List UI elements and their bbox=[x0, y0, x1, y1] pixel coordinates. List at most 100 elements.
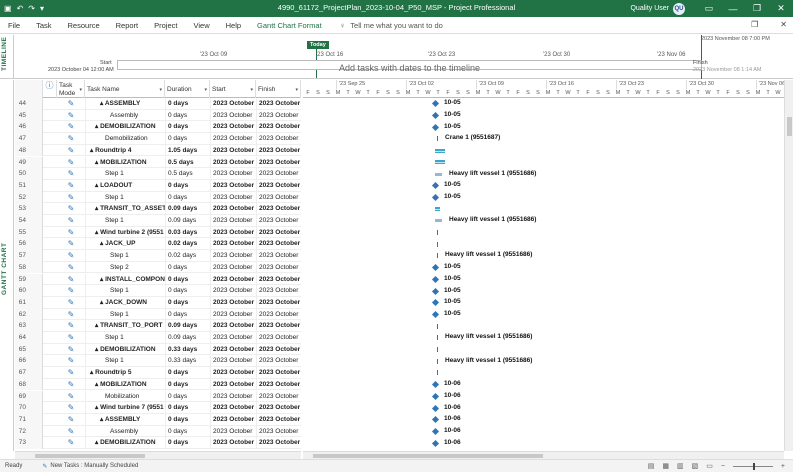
task-name-cell[interactable]: ▴ MOBILIZATION bbox=[85, 378, 165, 391]
milestone-marker[interactable] bbox=[431, 112, 440, 120]
row-id[interactable]: 58 bbox=[15, 261, 43, 274]
task-name-cell[interactable]: ▴ Wind turbine 7 (9551 bbox=[85, 402, 165, 414]
row-id[interactable]: 69 bbox=[15, 390, 43, 403]
duration-cell[interactable]: 0.02 days bbox=[165, 238, 210, 251]
info-cell[interactable] bbox=[43, 274, 57, 286]
row-id[interactable]: 49 bbox=[15, 156, 43, 169]
table-row[interactable]: 48 ✎ ▴ Roundtrip 4 1.05 days 2023 October 202… bbox=[15, 144, 301, 157]
tab-gantt-chart-format[interactable]: Gantt Chart Format bbox=[249, 21, 330, 30]
milestone-marker[interactable] bbox=[431, 310, 440, 318]
info-cell[interactable] bbox=[43, 238, 57, 250]
task-bar[interactable] bbox=[437, 347, 438, 353]
finish-cell[interactable]: 2023 October bbox=[256, 273, 301, 286]
row-id[interactable]: 63 bbox=[15, 320, 43, 332]
milestone-marker[interactable] bbox=[431, 193, 440, 201]
start-cell[interactable]: 2023 October bbox=[210, 133, 256, 145]
table-row[interactable]: 54 ✎ Step 1 0.09 days 2023 October 2023 Octob… bbox=[15, 215, 301, 227]
info-cell[interactable] bbox=[43, 320, 57, 332]
minimize-icon[interactable]: — bbox=[721, 4, 745, 14]
table-row[interactable]: 53 ✎ ▴ TRANSIT_TO_ASSET 0.09 days 2023 Octob… bbox=[15, 203, 301, 215]
info-cell[interactable] bbox=[43, 426, 57, 438]
start-cell[interactable]: 2023 October bbox=[210, 437, 256, 449]
start-cell[interactable]: 2023 October bbox=[210, 109, 256, 122]
info-cell[interactable] bbox=[43, 180, 57, 192]
task-name-cell[interactable]: Step 2 bbox=[85, 261, 165, 274]
finish-cell[interactable]: 2023 October bbox=[256, 320, 301, 332]
table-row[interactable]: 65 ✎ ▴ DEMOBILIZATION 0.33 days 2023 October… bbox=[15, 343, 301, 356]
task-bar[interactable] bbox=[437, 253, 438, 259]
start-cell[interactable]: 2023 October bbox=[210, 285, 256, 297]
start-cell[interactable]: 2023 October bbox=[210, 250, 256, 262]
restore-icon[interactable]: ❐ bbox=[745, 3, 769, 14]
finish-cell[interactable]: 2023 October bbox=[256, 98, 301, 110]
start-cell[interactable]: 2023 October bbox=[210, 168, 256, 180]
row-id[interactable]: 55 bbox=[15, 226, 43, 239]
finish-cell[interactable]: 2023 October bbox=[256, 121, 301, 134]
table-row[interactable]: 67 ✎ ▴ Roundtrip 50 days 2023 October 2023 O… bbox=[15, 367, 301, 379]
row-id[interactable]: 46 bbox=[15, 121, 43, 134]
finish-cell[interactable]: 2023 October bbox=[256, 168, 301, 180]
row-id[interactable]: 45 bbox=[15, 109, 43, 122]
task-name-cell[interactable]: ▴ LOADOUT bbox=[85, 179, 165, 192]
start-cell[interactable]: 2023 October bbox=[210, 320, 256, 332]
duration-cell[interactable]: 0 days bbox=[165, 413, 210, 426]
info-cell[interactable] bbox=[43, 402, 57, 414]
milestone-marker[interactable] bbox=[431, 392, 440, 400]
info-cell[interactable] bbox=[43, 297, 57, 309]
row-id[interactable]: 73 bbox=[15, 437, 43, 449]
duration-cell[interactable]: 0.5 days bbox=[165, 156, 210, 169]
duration-cell[interactable]: 0 days bbox=[165, 296, 210, 309]
start-cell[interactable]: 2023 October bbox=[210, 273, 256, 286]
sub-restore-icon[interactable]: ❐ bbox=[751, 20, 758, 29]
start-cell[interactable]: 2023 October bbox=[210, 402, 256, 414]
info-cell[interactable] bbox=[43, 250, 57, 262]
milestone-marker[interactable] bbox=[431, 275, 440, 283]
start-cell[interactable]: 2023 October bbox=[210, 332, 256, 344]
info-cell[interactable] bbox=[43, 309, 57, 321]
start-cell[interactable]: 2023 October bbox=[210, 296, 256, 309]
task-name-cell[interactable]: Demobilization bbox=[85, 133, 165, 145]
finish-cell[interactable]: 2023 October bbox=[256, 179, 301, 192]
row-id[interactable]: 65 bbox=[15, 343, 43, 356]
timeline-pane[interactable]: TIMELINE 2023 November 08 7:00 PM Today … bbox=[0, 35, 793, 79]
duration-cell[interactable]: 0.09 days bbox=[165, 320, 210, 332]
task-name-cell[interactable]: ▴ JACK_DOWN bbox=[85, 296, 165, 309]
tell-me-box[interactable]: ♀ Tell me what you want to do bbox=[340, 21, 443, 30]
table-row[interactable]: 46 ✎ ▴ DEMOBILIZATION 0 days 2023 October 202… bbox=[15, 121, 301, 134]
customize-icon[interactable]: ▾ bbox=[40, 4, 44, 13]
summary-bar[interactable] bbox=[435, 148, 445, 153]
table-row[interactable]: 57 ✎ Step 1 0.02 days 2023 October 2023 Octob… bbox=[15, 250, 301, 262]
task-name-cell[interactable]: Step 1 bbox=[85, 355, 165, 368]
duration-cell[interactable]: 0 days bbox=[165, 121, 210, 134]
row-id[interactable]: 44 bbox=[15, 98, 43, 110]
start-cell[interactable]: 2023 October bbox=[210, 413, 256, 426]
task-name-cell[interactable]: ▴ MOBILIZATION bbox=[85, 156, 165, 169]
row-id[interactable]: 47 bbox=[15, 133, 43, 145]
start-cell[interactable]: 2023 October bbox=[210, 238, 256, 251]
duration-cell[interactable]: 0 days bbox=[165, 191, 210, 204]
row-id[interactable]: 54 bbox=[15, 215, 43, 227]
finish-cell[interactable]: 2023 October bbox=[256, 133, 301, 145]
table-row[interactable]: 45 ✎ Assembly 0 days 2023 October 2023 Octobe… bbox=[15, 109, 301, 122]
duration-cell[interactable]: 0.09 days bbox=[165, 332, 210, 344]
info-cell[interactable] bbox=[43, 145, 57, 157]
close-icon[interactable]: ✕ bbox=[769, 3, 793, 14]
start-cell[interactable]: 2023 October bbox=[210, 425, 256, 438]
task-bar[interactable] bbox=[437, 241, 438, 247]
task-name-cell[interactable]: Step 1 bbox=[85, 215, 165, 227]
table-row[interactable]: 59 ✎ ▴ INSTALL_COMPON 0 days 2023 October 202… bbox=[15, 273, 301, 286]
milestone-marker[interactable] bbox=[431, 299, 440, 307]
undo-icon[interactable]: ↶ bbox=[17, 4, 24, 13]
gantt-chart[interactable]: FSSMTWTFSSMTWTFSSMTWTFSSMTWTFSSMTWTFSSMT… bbox=[303, 80, 784, 451]
col-task-name[interactable]: Task Name ▾ bbox=[85, 80, 165, 98]
table-row[interactable]: 58 ✎ Step 20 days 2023 October 2023 October bbox=[15, 261, 301, 274]
table-row[interactable]: 56 ✎ ▴ JACK_UP 0.02 days 2023 October 2023 Oc… bbox=[15, 238, 301, 251]
task-bar[interactable] bbox=[437, 358, 438, 364]
start-cell[interactable]: 2023 October bbox=[210, 367, 256, 379]
resource-sheet-icon[interactable]: ▧ bbox=[692, 462, 699, 470]
duration-cell[interactable]: 0 days bbox=[165, 109, 210, 122]
milestone-marker[interactable] bbox=[431, 287, 440, 295]
start-cell[interactable]: 2023 October bbox=[210, 226, 256, 239]
info-cell[interactable] bbox=[43, 414, 57, 426]
row-id[interactable]: 60 bbox=[15, 285, 43, 297]
